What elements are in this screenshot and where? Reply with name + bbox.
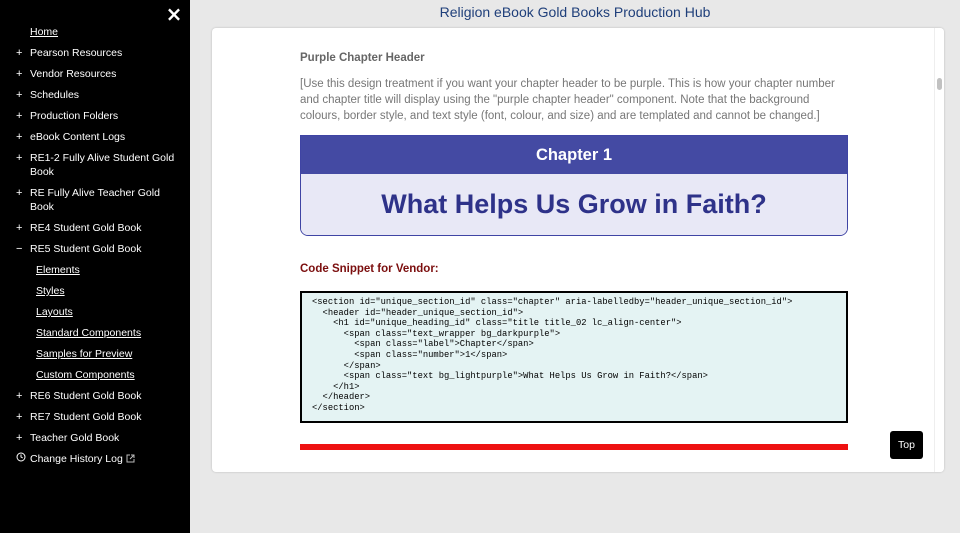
sidebar-item[interactable]: Home (0, 22, 190, 43)
sidebar-item-label: Vendor Resources (30, 68, 117, 80)
sidebar-item-label: Schedules (30, 89, 80, 101)
sidebar-subitem[interactable]: Standard Components (0, 323, 190, 344)
expand-icon: + (16, 110, 23, 122)
scrollbar-thumb[interactable] (937, 78, 942, 90)
page-header: Religion eBook Gold Books Production Hub (190, 0, 960, 24)
page-title: Religion eBook Gold Books Production Hub (439, 4, 711, 20)
sidebar-item-label: Production Folders (30, 110, 119, 122)
expand-icon: + (16, 390, 23, 402)
sidebar-item-label: RE4 Student Gold Book (30, 222, 142, 234)
expand-icon: + (16, 222, 23, 234)
red-divider (300, 444, 848, 450)
sidebar-item[interactable]: + RE7 Student Gold Book (0, 407, 190, 428)
content-body: Purple Chapter Header [Use this design t… (300, 28, 848, 450)
external-link-icon (123, 453, 135, 465)
sidebar-item-label: Teacher Gold Book (30, 432, 120, 444)
sidebar-subitem[interactable]: Styles (0, 281, 190, 302)
clock-icon (16, 452, 30, 466)
content-panel: Purple Chapter Header [Use this design t… (212, 28, 944, 472)
sidebar-nav: × Home + Pearson Resources + Vendor Resource… (0, 0, 190, 533)
expand-icon: + (16, 68, 23, 80)
expand-icon: + (16, 432, 23, 444)
expand-icon: + (16, 131, 23, 143)
chapter-header-preview: Chapter 1 What Helps Us Grow in Faith? (300, 135, 848, 236)
expand-icon: + (16, 187, 23, 199)
sidebar-item-label: eBook Content Logs (30, 131, 126, 143)
sidebar-item[interactable]: + RE1-2 Fully Alive Student Gold Book (0, 148, 190, 183)
sidebar-item[interactable]: + Production Folders (0, 106, 190, 127)
sidebar-item-label: Home (30, 26, 59, 38)
vertical-scrollbar[interactable] (934, 28, 944, 472)
sidebar-item[interactable]: − RE5 Student Gold Book (0, 239, 190, 260)
sidebar-item-label: RE7 Student Gold Book (30, 411, 142, 423)
sidebar-item[interactable]: + Teacher Gold Book (0, 428, 190, 449)
collapse-icon: − (16, 243, 23, 255)
back-to-top-button[interactable]: Top (890, 431, 923, 459)
sidebar-item[interactable]: + RE Fully Alive Teacher Gold Book (0, 183, 190, 218)
sidebar-item-label: RE6 Student Gold Book (30, 390, 142, 402)
section-description: [Use this design treatment if you want y… (300, 78, 835, 122)
expand-icon: + (16, 47, 23, 59)
chapter-title: What Helps Us Grow in Faith? (301, 174, 847, 235)
sidebar-item-label: Change History Log (30, 453, 123, 465)
sidebar-subitem[interactable]: Layouts (0, 302, 190, 323)
close-icon[interactable]: × (164, 4, 184, 24)
sidebar-item-label: RE Fully Alive Teacher Gold Book (30, 187, 160, 213)
nav-list: Home + Pearson Resources + Vendor Resources +… (0, 22, 190, 470)
sidebar-item-label: RE1-2 Fully Alive Student Gold Book (30, 152, 175, 178)
sidebar-item[interactable]: + Pearson Resources (0, 43, 190, 64)
sidebar-item-label: RE5 Student Gold Book (30, 243, 142, 255)
sidebar-subitem[interactable]: Custom Components (0, 365, 190, 386)
sidebar-subitem[interactable]: Samples for Preview (0, 344, 190, 365)
sidebar-item[interactable]: + Vendor Resources (0, 64, 190, 85)
sidebar-item[interactable]: + Schedules (0, 85, 190, 106)
code-snippet-label: Code Snippet for Vendor: (300, 263, 439, 275)
expand-icon: + (16, 411, 23, 423)
chapter-label: Chapter 1 (301, 136, 847, 174)
section-heading: Purple Chapter Header (300, 52, 425, 64)
sidebar-item[interactable]: + eBook Content Logs (0, 127, 190, 148)
sidebar-item-change-history[interactable]: Change History Log (0, 449, 190, 470)
sidebar-item[interactable]: + RE4 Student Gold Book (0, 218, 190, 239)
sidebar-item[interactable]: + RE6 Student Gold Book (0, 386, 190, 407)
expand-icon: + (16, 89, 23, 101)
code-snippet[interactable]: <section id="unique_section_id" class="c… (300, 291, 848, 423)
sidebar-subitem[interactable]: Elements (0, 260, 190, 281)
sidebar-item-label: Pearson Resources (30, 47, 123, 59)
expand-icon: + (16, 152, 23, 164)
